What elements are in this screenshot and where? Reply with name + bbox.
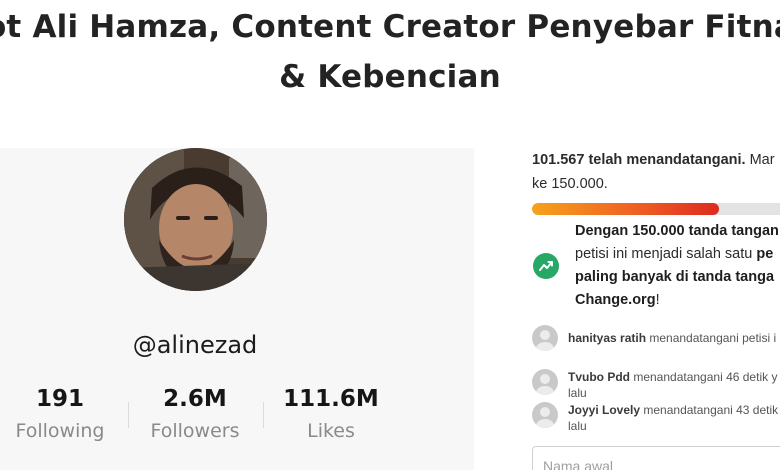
stat-likes-label: Likes <box>307 420 355 442</box>
signer-action: menandatangani 46 detik y <box>630 370 778 384</box>
petition-title-line-2: & Kebencian <box>279 59 501 95</box>
goal-text: Dengan 150.000 tanda tangan petisi ini m… <box>575 220 780 312</box>
stat-following[interactable]: 191 Following <box>10 384 110 448</box>
goal-text-2: petisi ini menjadi salah satu <box>575 246 757 262</box>
trending-up-icon <box>533 253 559 279</box>
petition-panel: 101.567 telah menandatangani. Mar ke 150… <box>532 148 780 433</box>
signer-action: menandatangani petisi i <box>646 331 777 345</box>
petition-title-line-1: ot Ali Hamza, Content Creator Penyebar F… <box>0 9 780 45</box>
goal-text-4: paling banyak di tanda tanga <box>575 269 775 285</box>
signer-action: menandatangani 43 detik <box>640 403 779 417</box>
profile-avatar <box>124 148 267 291</box>
user-avatar-icon <box>532 402 558 428</box>
signature-count-text: Mar <box>745 152 775 168</box>
user-avatar-icon <box>532 369 558 395</box>
petition-title: ot Ali Hamza, Content Creator Penyebar F… <box>0 2 780 102</box>
profile-handle[interactable]: @alinezad <box>0 331 390 359</box>
signature-progress-fill <box>532 203 720 215</box>
goal-text-1: Dengan 150.000 tanda tangan <box>575 223 779 239</box>
signer-text: hanityas ratih menandatangani petisi i <box>568 330 780 346</box>
first-name-field[interactable] <box>532 446 780 470</box>
stat-divider <box>263 402 264 428</box>
stat-following-value: 191 <box>35 386 84 412</box>
stat-followers[interactable]: 2.6M Followers <box>145 384 245 448</box>
goal-text-5[interactable]: Change.org <box>575 292 656 308</box>
goal-text-6: ! <box>655 292 660 308</box>
goal-text-3: pe <box>756 246 774 262</box>
signer-text: Joyyi Lovely menandatangani 43 detik lal… <box>568 402 780 434</box>
stat-likes-value: 111.6M <box>283 386 379 412</box>
signature-count-goal: ke 150.000. <box>532 176 608 192</box>
stat-followers-label: Followers <box>150 420 240 442</box>
user-avatar-icon <box>532 325 558 351</box>
stat-divider <box>128 402 129 428</box>
first-name-input[interactable] <box>533 447 780 470</box>
signer-name: Joyyi Lovely <box>568 403 641 417</box>
signer-text: Tvubo Pdd menandatangani 46 detik y lalu <box>568 369 780 401</box>
stat-following-label: Following <box>15 420 105 442</box>
stat-likes[interactable]: 111.6M Likes <box>281 384 381 448</box>
signer-time: lalu <box>568 386 587 400</box>
stat-followers-value: 2.6M <box>163 386 227 412</box>
signer-name: Tvubo Pdd <box>568 370 630 384</box>
profile-card: @alinezad 191 Following 2.6M Followers 1… <box>0 148 474 470</box>
signature-progress-bar <box>532 203 780 215</box>
signature-count-number: 101.567 telah menandatangani. <box>532 152 746 168</box>
signer-name: hanityas ratih <box>568 331 647 345</box>
signature-count: 101.567 telah menandatangani. Mar ke 150… <box>532 148 780 196</box>
signer-time: lalu <box>568 419 587 433</box>
